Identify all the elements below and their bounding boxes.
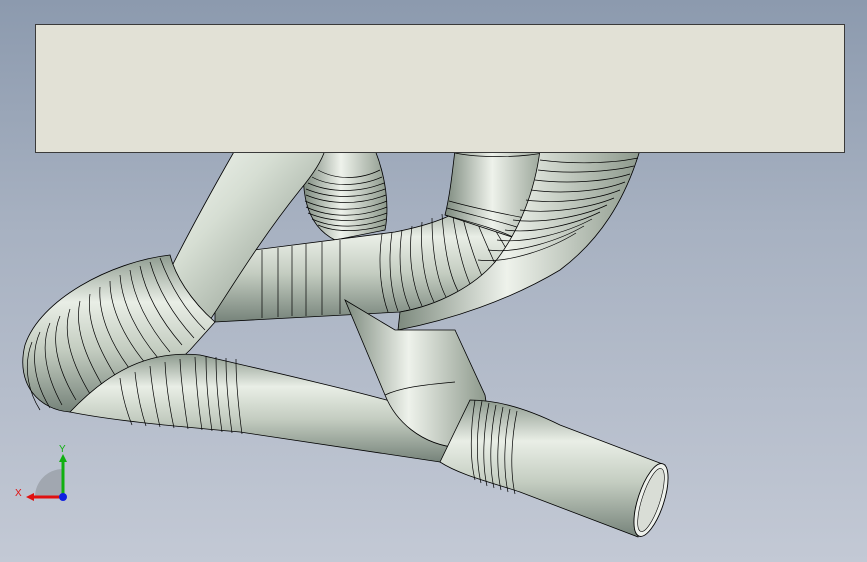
- z-axis-dot: [59, 493, 67, 501]
- graphics-viewport[interactable]: Y X: [0, 0, 867, 562]
- y-axis-label: Y: [59, 444, 66, 455]
- collector-outlet-pipe: [439, 399, 669, 538]
- coordinate-triad: Y X: [10, 440, 80, 510]
- x-axis-label: X: [15, 488, 22, 499]
- flange-plate[interactable]: [35, 24, 845, 153]
- triad-plane-icon: [35, 469, 63, 497]
